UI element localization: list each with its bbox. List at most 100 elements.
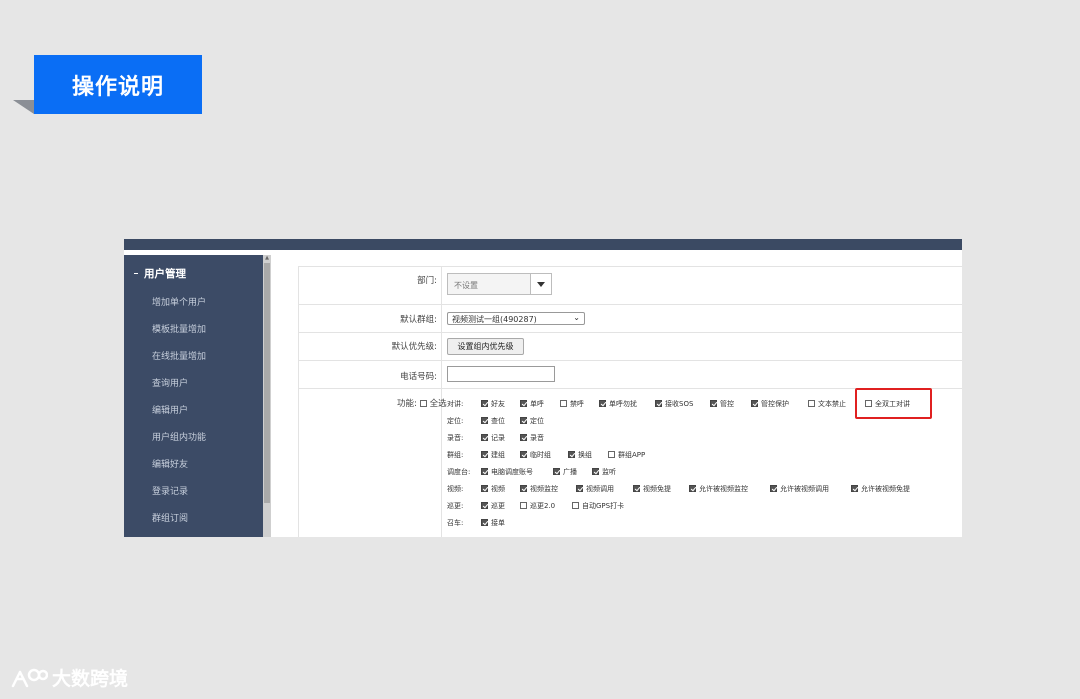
checkbox[interactable] <box>689 485 696 492</box>
perm-option-label: 允许被视频免提 <box>861 485 910 493</box>
perm-option[interactable]: 禁呼 <box>560 399 584 409</box>
sidebar-item-template-batch-add[interactable]: 模板批量增加 <box>152 322 206 335</box>
sidebar-item-edit-user[interactable]: 编辑用户 <box>152 403 188 416</box>
perm-option[interactable]: 建组 <box>481 450 505 460</box>
perm-option[interactable]: 查位 <box>481 416 505 426</box>
sidebar-section-label: 用户管理 <box>144 268 186 280</box>
checkbox[interactable] <box>560 400 567 407</box>
perm-option[interactable]: 监听 <box>592 467 616 477</box>
sidebar-section-user-management[interactable]: 用户管理 <box>134 266 186 281</box>
perm-option[interactable]: 电脑调度账号 <box>481 467 533 477</box>
perm-category: 录音: <box>447 434 464 442</box>
collapse-icon <box>134 272 138 275</box>
perm-option[interactable]: 单呼 <box>520 399 544 409</box>
chevron-down-icon[interactable] <box>530 274 551 294</box>
checkbox[interactable] <box>770 485 777 492</box>
content-gutter <box>271 255 298 537</box>
default-group-select[interactable]: 视频测试一组(490287) ⌄ <box>447 312 585 325</box>
perm-option[interactable]: 视频监控 <box>520 484 558 494</box>
perm-option-label: 允许被视频监控 <box>699 485 748 493</box>
perm-row-dispatch-car: 召车: 接单 <box>447 518 505 530</box>
perm-option-label: 视频 <box>491 485 505 493</box>
perm-option[interactable]: 定位 <box>520 416 544 426</box>
scrollbar-thumb[interactable] <box>264 263 270 503</box>
functions-select-all: 功能: 全选 <box>397 397 447 409</box>
perm-option-label: 管控 <box>720 400 734 408</box>
perm-option[interactable]: 巡更 <box>481 501 505 511</box>
perm-option-label: 接收SOS <box>665 400 694 408</box>
checkbox[interactable] <box>599 400 606 407</box>
scroll-up-icon[interactable]: ▲ <box>264 255 270 261</box>
sidebar-item-online-batch-add[interactable]: 在线批量增加 <box>152 349 206 362</box>
perm-option[interactable]: 视频调用 <box>576 484 614 494</box>
perm-option-label: 临时组 <box>530 451 551 459</box>
perm-option[interactable]: 好友 <box>481 399 505 409</box>
checkbox[interactable] <box>520 502 527 509</box>
perm-option[interactable]: 视频免提 <box>633 484 671 494</box>
perm-option-label: 文本禁止 <box>818 400 846 408</box>
checkbox[interactable] <box>520 434 527 441</box>
checkbox[interactable] <box>520 485 527 492</box>
checkbox[interactable] <box>481 434 488 441</box>
perm-option[interactable]: 允许被视频监控 <box>689 484 748 494</box>
perm-option[interactable]: 单呼勿扰 <box>599 399 637 409</box>
checkbox[interactable] <box>520 400 527 407</box>
perm-option[interactable]: 管控 <box>710 399 734 409</box>
checkbox[interactable] <box>481 502 488 509</box>
perm-option[interactable]: 接单 <box>481 518 505 528</box>
sidebar-item-login-records[interactable]: 登录记录 <box>152 484 188 497</box>
phone-input[interactable] <box>447 366 555 382</box>
checkbox[interactable] <box>808 400 815 407</box>
brand-logo-icon <box>11 668 48 687</box>
perm-option[interactable]: 接收SOS <box>655 399 693 409</box>
perm-option[interactable]: 临时组 <box>520 450 551 460</box>
perm-option[interactable]: 记录 <box>481 433 505 443</box>
checkbox[interactable] <box>520 451 527 458</box>
checkbox[interactable] <box>481 417 488 424</box>
top-bar <box>124 239 962 250</box>
set-priority-button[interactable]: 设置组内优先级 <box>447 338 524 355</box>
checkbox[interactable] <box>553 468 560 475</box>
sidebar-item-group-functions[interactable]: 用户组内功能 <box>152 430 206 443</box>
perm-row-location: 定位: 查位 定位 <box>447 416 544 428</box>
checkbox[interactable] <box>481 451 488 458</box>
checkbox[interactable] <box>576 485 583 492</box>
perm-option-label: 管控保护 <box>761 400 789 408</box>
sidebar-scrollbar[interactable]: ▲ <box>263 255 271 537</box>
sidebar-item-add-single-user[interactable]: 增加单个用户 <box>152 295 206 308</box>
checkbox[interactable] <box>481 485 488 492</box>
perm-option[interactable]: 群组APP <box>608 450 645 460</box>
checkbox[interactable] <box>608 451 615 458</box>
sidebar-item-query-user[interactable]: 查询用户 <box>152 376 188 389</box>
page-title-banner: 操作说明 <box>34 55 202 114</box>
department-select[interactable]: 不设置 <box>447 273 552 295</box>
perm-option[interactable]: 换组 <box>568 450 592 460</box>
perm-option-label: 巡更 <box>491 502 505 510</box>
perm-option[interactable]: 自动GPS打卡 <box>572 501 624 511</box>
checkbox[interactable] <box>568 451 575 458</box>
perm-option-label: 自动GPS打卡 <box>582 502 625 510</box>
perm-option[interactable]: 录音 <box>520 433 544 443</box>
select-all-checkbox[interactable] <box>419 400 427 407</box>
checkbox[interactable] <box>520 417 527 424</box>
perm-category: 视频: <box>447 485 464 493</box>
checkbox[interactable] <box>851 485 858 492</box>
perm-option[interactable]: 广播 <box>553 467 577 477</box>
checkbox[interactable] <box>633 485 640 492</box>
perm-option[interactable]: 视频 <box>481 484 505 494</box>
perm-option[interactable]: 文本禁止 <box>808 399 846 409</box>
sidebar-item-group-subscription[interactable]: 群组订阅 <box>152 511 188 524</box>
checkbox[interactable] <box>710 400 717 407</box>
checkbox[interactable] <box>572 502 579 509</box>
checkbox[interactable] <box>481 468 488 475</box>
checkbox[interactable] <box>592 468 599 475</box>
perm-option[interactable]: 管控保护 <box>751 399 789 409</box>
checkbox[interactable] <box>481 519 488 526</box>
checkbox[interactable] <box>655 400 662 407</box>
checkbox[interactable] <box>481 400 488 407</box>
perm-option[interactable]: 允许被视频免提 <box>851 484 910 494</box>
checkbox[interactable] <box>751 400 758 407</box>
perm-option[interactable]: 允许被视频调用 <box>770 484 829 494</box>
perm-option[interactable]: 巡更2.0 <box>520 501 555 511</box>
sidebar-item-edit-friends[interactable]: 编辑好友 <box>152 457 188 470</box>
